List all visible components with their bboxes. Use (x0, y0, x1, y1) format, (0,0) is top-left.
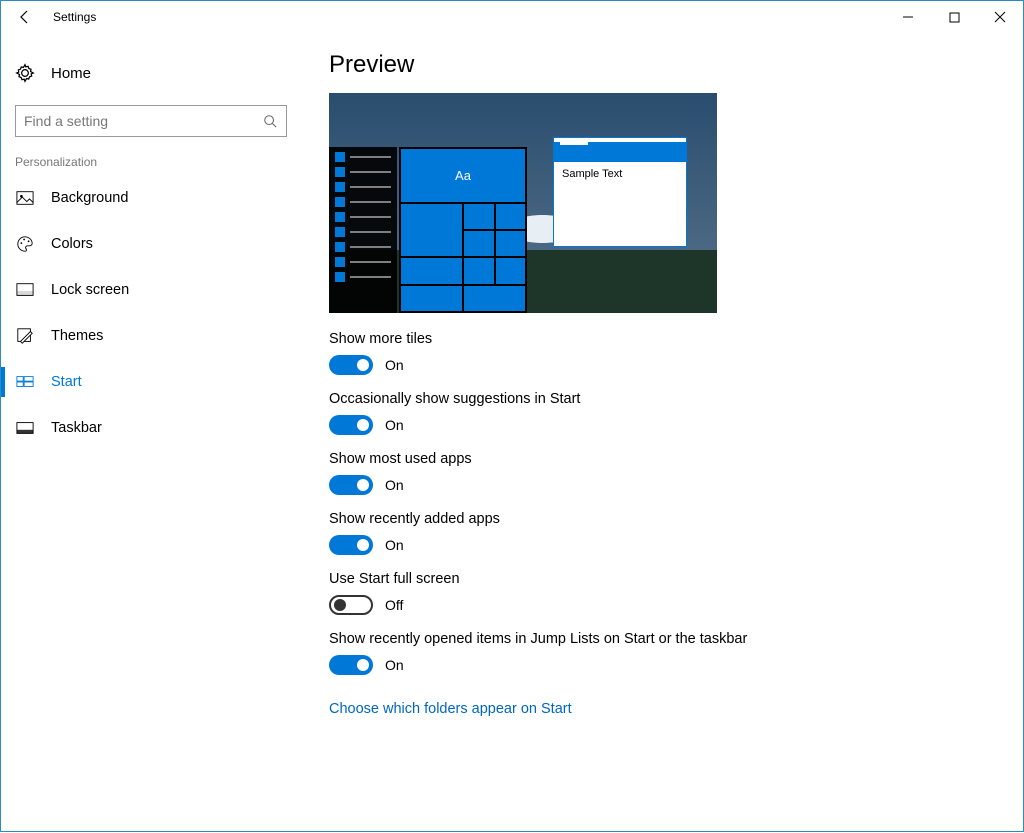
back-button[interactable] (1, 1, 49, 33)
sidebar-item-lockscreen[interactable]: Lock screen (1, 267, 301, 313)
sample-big-tile: Aa (401, 149, 525, 202)
lockscreen-icon (15, 280, 35, 300)
toggle-state: Off (385, 597, 403, 613)
setting-label: Show more tiles (329, 331, 1023, 347)
home-label: Home (51, 65, 91, 82)
close-button[interactable] (977, 1, 1023, 33)
sidebar-item-label: Start (51, 374, 82, 390)
setting-2: Show most used apps On (329, 451, 1023, 495)
sample-window-text: Sample Text (554, 162, 686, 186)
taskbar-icon (15, 418, 35, 438)
toggle-state: On (385, 477, 404, 493)
picture-icon (15, 188, 35, 208)
sidebar-item-themes[interactable]: Themes (1, 313, 301, 359)
themes-icon (15, 326, 35, 346)
setting-label: Show most used apps (329, 451, 1023, 467)
sidebar-item-start[interactable]: Start (1, 359, 301, 405)
start-icon (15, 372, 35, 392)
setting-0: Show more tiles On (329, 331, 1023, 375)
palette-icon (15, 234, 35, 254)
setting-3: Show recently added apps On (329, 511, 1023, 555)
search-input[interactable] (24, 113, 263, 129)
setting-label: Show recently added apps (329, 511, 1023, 527)
home-nav[interactable]: Home (1, 51, 301, 95)
toggle-state: On (385, 537, 404, 553)
sidebar-item-label: Taskbar (51, 420, 102, 436)
toggle-switch[interactable] (329, 535, 373, 555)
toggle-switch[interactable] (329, 655, 373, 675)
sidebar-item-label: Background (51, 190, 128, 206)
toggle-switch[interactable] (329, 415, 373, 435)
setting-4: Use Start full screen Off (329, 571, 1023, 615)
window-title: Settings (53, 10, 96, 24)
toggle-state: On (385, 357, 404, 373)
toggle-switch[interactable] (329, 475, 373, 495)
sample-window: Sample Text (553, 137, 687, 247)
minimize-button[interactable] (885, 1, 931, 33)
toggle-state: On (385, 417, 404, 433)
setting-label: Occasionally show suggestions in Start (329, 391, 1023, 407)
main-content: Preview Aa (301, 33, 1023, 833)
section-label: Personalization (1, 155, 301, 175)
preview-thumbnail: Aa Sample Text (329, 93, 717, 313)
search-field[interactable] (15, 105, 287, 137)
setting-label: Show recently opened items in Jump Lists… (329, 631, 1023, 647)
toggle-switch[interactable] (329, 595, 373, 615)
setting-5: Show recently opened items in Jump Lists… (329, 631, 1023, 675)
sidebar-item-label: Lock screen (51, 282, 129, 298)
title-bar: Settings (1, 1, 1023, 33)
sidebar: Home Personalization Background Colors (1, 33, 301, 833)
setting-1: Occasionally show suggestions in Start On (329, 391, 1023, 435)
maximize-button[interactable] (931, 1, 977, 33)
gear-icon (15, 63, 35, 83)
sidebar-item-colors[interactable]: Colors (1, 221, 301, 267)
sidebar-item-label: Themes (51, 328, 103, 344)
page-title: Preview (329, 51, 1023, 79)
search-icon (263, 113, 278, 129)
sidebar-item-label: Colors (51, 236, 93, 252)
setting-label: Use Start full screen (329, 571, 1023, 587)
toggle-switch[interactable] (329, 355, 373, 375)
choose-folders-link[interactable]: Choose which folders appear on Start (329, 701, 572, 717)
toggle-state: On (385, 657, 404, 673)
sidebar-item-background[interactable]: Background (1, 175, 301, 221)
sidebar-item-taskbar[interactable]: Taskbar (1, 405, 301, 451)
